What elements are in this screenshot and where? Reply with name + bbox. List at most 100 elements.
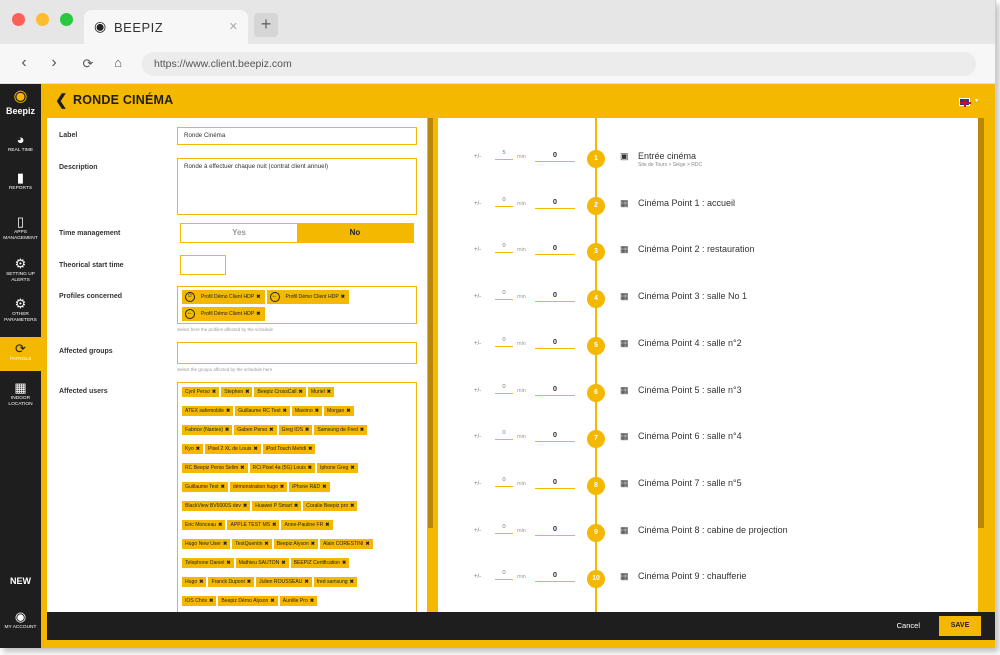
user-tag[interactable]: Stephen ✖ [221,387,253,397]
home-icon[interactable]: ⌂ [108,55,128,70]
tolerance-input[interactable]: 0 [495,337,513,347]
tolerance-input[interactable]: 0 [495,197,513,207]
profile-tag[interactable]: ← Profil Démo Client HDP ✖ [266,290,349,304]
user-tag[interactable]: iPod Touch Mehdi ✖ [262,444,316,454]
tolerance-input[interactable]: 0 [495,430,513,441]
user-tag[interactable]: Kyo ✖ [182,444,204,454]
user-tag[interactable]: Fabrice (Nantes) ✖ [182,425,233,435]
profiles-select[interactable]: ☺ Profil Démo Client HDP ✖ ← Profil Démo Cli… [177,286,417,324]
close-window-button[interactable] [12,13,25,26]
user-tag[interactable]: BlackView BV6000S dev ✖ [182,501,251,511]
user-tag[interactable]: Cyril Perso ✖ [182,387,220,397]
user-tag[interactable]: TestQuentin ✖ [232,539,272,549]
beepiz-logo[interactable]: ◉ Beepiz [0,88,41,116]
no-option[interactable]: No [297,224,413,242]
profile-tag[interactable]: ☺ Profil Démo Client HDP ✖ [182,290,265,304]
back-chevron-icon[interactable]: ❮ [55,91,68,109]
uk-flag-icon[interactable] [959,98,971,107]
sidebar-item-indoor-location[interactable]: ▦ INDOOR LOCATION [0,380,41,420]
description-textarea[interactable]: Ronde à effectuer chaque nuit (contrat c… [177,158,417,215]
offset-input[interactable]: 0 [535,150,575,162]
sidebar-item-apps-management[interactable]: ▯ APPS MANAGEMENT [0,214,41,250]
tolerance-input[interactable]: 5 [495,150,513,160]
user-tag[interactable]: Morgan ✖ [324,406,354,416]
sidebar-item-patrols[interactable]: ⟳ PATROLS [0,337,41,371]
user-tag[interactable]: Beepiz CrossCall ✖ [254,387,306,397]
user-tag[interactable]: fred samsung ✖ [313,577,357,587]
remove-tag-icon[interactable]: ✖ [365,541,369,547]
user-tag[interactable]: Anne-Pauline FR ✖ [281,520,333,530]
save-button[interactable]: SAVE [939,616,981,636]
user-tag[interactable]: Maximo ✖ [291,406,323,416]
offset-input[interactable]: 0 [535,290,575,303]
remove-tag-icon[interactable]: ✖ [310,598,314,604]
remove-tag-icon[interactable]: ✖ [341,294,345,300]
remove-tag-icon[interactable]: ✖ [223,541,227,547]
offset-input[interactable]: 0 [535,243,575,256]
remove-tag-icon[interactable]: ✖ [346,408,350,414]
user-tag[interactable]: Beepiz Alyson ✖ [273,539,318,549]
timeline-scrollbar-thumb[interactable] [978,118,984,528]
user-tag[interactable]: IOS Chris ✖ [182,596,217,606]
remove-tag-icon[interactable]: ✖ [342,560,346,566]
offset-input[interactable]: 0 [535,384,575,396]
user-tag[interactable]: Beepiz Démo Alyson ✖ [218,596,278,606]
offset-input[interactable]: 0 [535,197,575,209]
remove-tag-icon[interactable]: ✖ [245,389,249,395]
new-tab-button[interactable]: + [254,13,278,37]
minimize-window-button[interactable] [36,13,49,26]
remove-tag-icon[interactable]: ✖ [247,579,251,585]
user-tag[interactable]: Greg IOS ✖ [278,425,313,435]
user-tag[interactable]: Hugo ✖ [182,577,207,587]
label-input[interactable]: Ronde Cinéma [177,127,417,145]
remove-tag-icon[interactable]: ✖ [253,446,257,452]
sidebar-item-real-time[interactable]: ◕ REAL TIME [0,132,41,162]
new-button[interactable]: NEW [0,576,41,586]
offset-input[interactable]: 0 [535,570,575,583]
user-tag[interactable]: RCi Pixel 4a (5G) Louis ✖ [249,463,316,473]
user-tag[interactable]: Gaben Perso ✖ [234,425,277,435]
user-tag[interactable]: Samsung de Fred ✖ [314,425,368,435]
remove-tag-icon[interactable]: ✖ [243,503,247,509]
remove-tag-icon[interactable]: ✖ [322,484,326,490]
remove-tag-icon[interactable]: ✖ [308,465,312,471]
remove-tag-icon[interactable]: ✖ [269,427,273,433]
user-tag[interactable]: APPLE TEST MS ✖ [227,520,280,530]
remove-tag-icon[interactable]: ✖ [226,560,230,566]
user-tag[interactable]: BEEPIZ Certification ✖ [290,558,350,568]
browser-tab[interactable]: ◉ BEEPIZ ✕ [84,10,248,44]
remove-tag-icon[interactable]: ✖ [315,408,319,414]
users-select[interactable]: Cyril Perso ✖ Stephen ✖ Beepiz CrossCall ✖ Mur… [177,382,417,612]
tolerance-input[interactable]: 0 [495,524,513,534]
yes-option[interactable]: Yes [181,224,297,242]
tolerance-input[interactable]: 0 [495,384,513,394]
user-tag[interactable]: Hugo New User ✖ [182,539,231,549]
sidebar-item-setting-up-alerts[interactable]: ⚙ SETTING UP ALERTS [0,256,41,292]
remove-tag-icon[interactable]: ✖ [304,579,308,585]
sidebar-item-my-account[interactable]: ◉ MY ACCOUNT [0,609,41,639]
user-tag[interactable]: Alain CORESTINI ✖ [319,539,373,549]
remove-tag-icon[interactable]: ✖ [305,427,309,433]
profile-tag[interactable]: ← Profil Démo Client HDP ✖ [182,307,265,321]
form-scrollbar-thumb[interactable] [428,118,433,528]
back-icon[interactable]: ‹ [14,54,34,72]
remove-tag-icon[interactable]: ✖ [281,560,285,566]
remove-tag-icon[interactable]: ✖ [256,311,260,317]
user-tag[interactable]: Muriel ✖ [307,387,334,397]
remove-tag-icon[interactable]: ✖ [199,579,203,585]
user-tag[interactable]: Coralie Beepiz pro ✖ [303,501,358,511]
remove-tag-icon[interactable]: ✖ [350,503,354,509]
user-tag[interactable]: Eric Monceau ✖ [182,520,226,530]
remove-tag-icon[interactable]: ✖ [221,484,225,490]
remove-tag-icon[interactable]: ✖ [308,446,312,452]
tolerance-input[interactable]: 0 [495,290,513,301]
user-tag[interactable]: Mathieu SAUTON ✖ [235,558,289,568]
remove-tag-icon[interactable]: ✖ [218,522,222,528]
remove-tag-icon[interactable]: ✖ [272,522,276,528]
tolerance-input[interactable]: 0 [495,570,513,581]
remove-tag-icon[interactable]: ✖ [270,598,274,604]
remove-tag-icon[interactable]: ✖ [280,484,284,490]
tab-close-icon[interactable]: ✕ [229,20,238,33]
remove-tag-icon[interactable]: ✖ [327,389,331,395]
remove-tag-icon[interactable]: ✖ [256,294,260,300]
